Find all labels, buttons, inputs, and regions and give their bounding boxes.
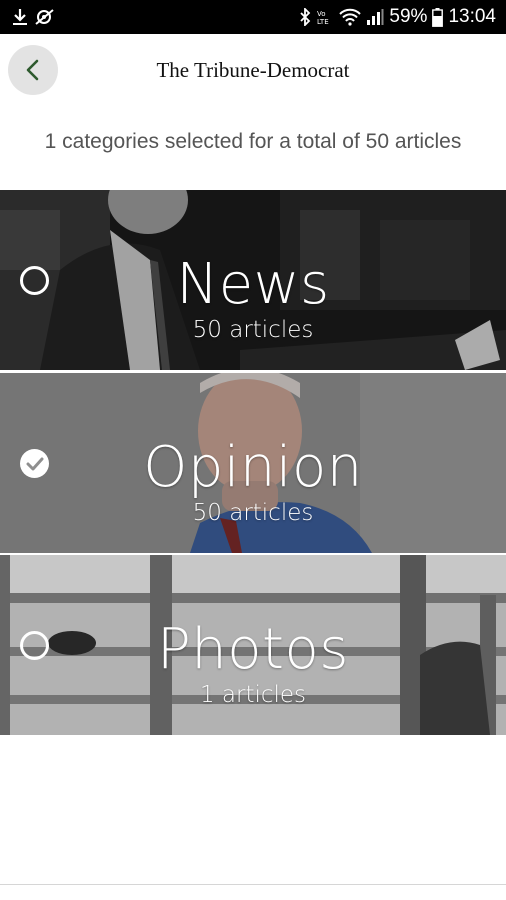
category-name-news: News — [176, 252, 330, 317]
battery-icon — [432, 7, 444, 27]
app-bar: The Tribune-Democrat — [0, 34, 506, 106]
no-sound-icon — [34, 8, 56, 26]
category-count-news: 50 articles — [192, 317, 314, 343]
signal-icon — [366, 8, 384, 26]
category-tile-opinion[interactable]: Opinion 50 articles — [0, 373, 506, 553]
volte-icon: Vo LTE — [316, 8, 334, 26]
category-tile-news[interactable]: News 50 articles — [0, 190, 506, 370]
selection-summary: 1 categories selected for a total of 50 … — [44, 130, 462, 153]
status-bar: Vo LTE 59% 13:04 — [0, 0, 506, 34]
chevron-left-icon — [26, 59, 39, 81]
back-button[interactable] — [8, 45, 58, 95]
category-name-opinion: Opinion — [143, 435, 363, 500]
status-left — [12, 8, 56, 26]
svg-text:Vo: Vo — [317, 10, 326, 18]
bottom-divider — [0, 884, 506, 885]
category-name-photos: Photos — [157, 617, 349, 682]
bluetooth-icon — [299, 8, 311, 26]
category-count-photos: 1 articles — [199, 682, 307, 708]
download-icon — [12, 8, 28, 26]
category-tile-photos[interactable]: Photos 1 articles — [0, 555, 506, 735]
svg-text:LTE: LTE — [317, 18, 329, 26]
app-title: The Tribune-Democrat — [156, 58, 350, 82]
clock: 13:04 — [448, 6, 496, 27]
wifi-icon — [339, 8, 362, 26]
category-count-opinion: 50 articles — [192, 500, 314, 526]
battery-percent: 59% — [389, 6, 428, 27]
status-right: Vo LTE 59% 13:04 — [299, 6, 496, 28]
